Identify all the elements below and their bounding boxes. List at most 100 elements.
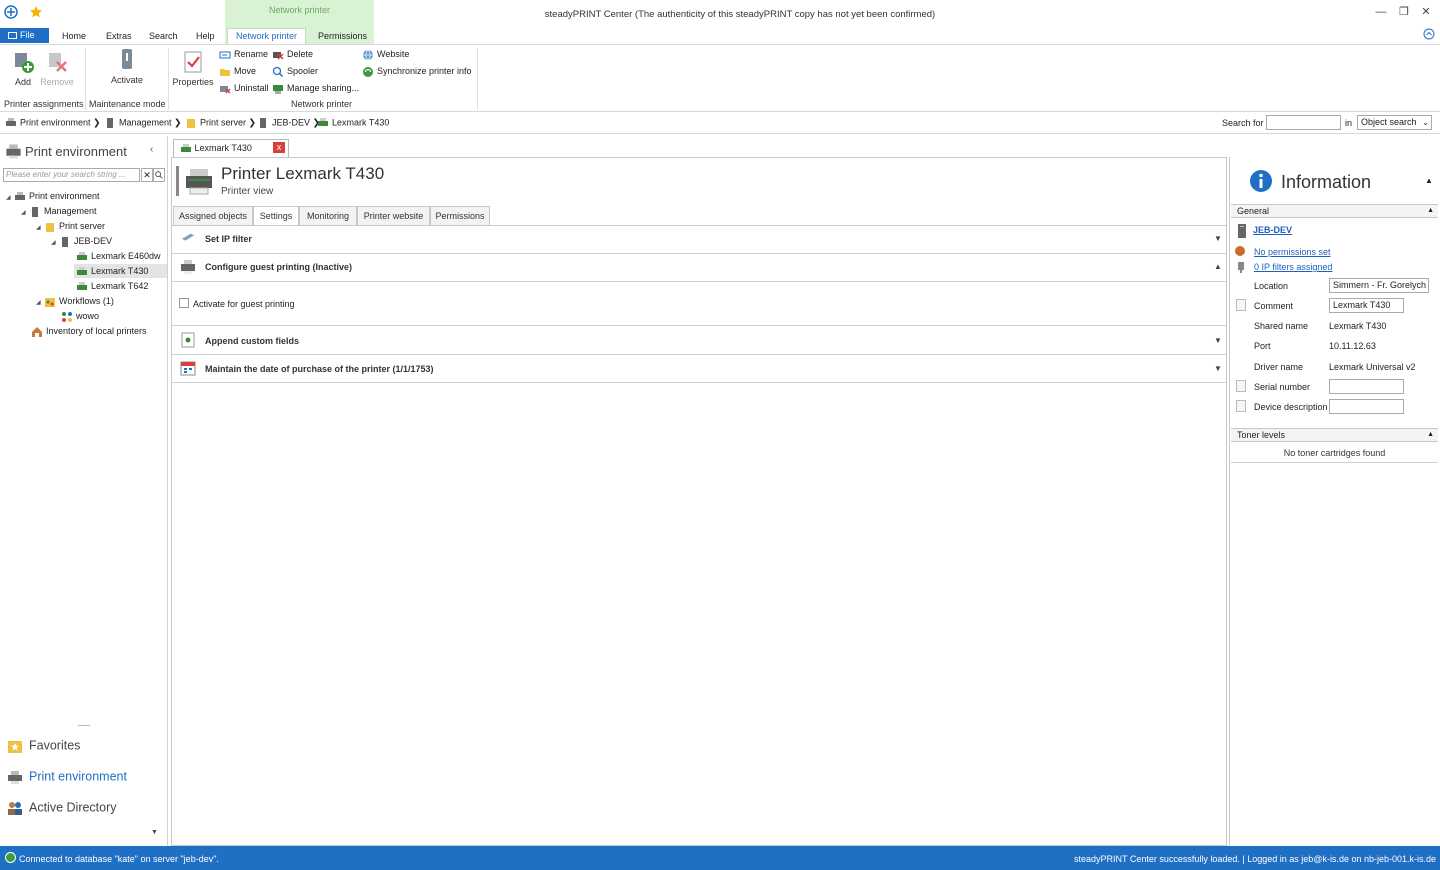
tab-monitoring[interactable]: Monitoring — [299, 206, 357, 226]
location-field[interactable]: Simmern - Fr. Gorelych — [1329, 278, 1429, 293]
expand-arrow-icon[interactable]: ◢ — [51, 236, 59, 250]
ip-filter-icon — [180, 231, 196, 247]
nav-overflow-icon[interactable]: ▼ — [151, 829, 158, 836]
collapse-chevron-icon[interactable]: ▲ — [1427, 429, 1434, 441]
tab-assigned-objects[interactable]: Assigned objects — [173, 206, 253, 226]
nav-print-environment[interactable]: Print environment — [7, 769, 127, 785]
section-ip-filter[interactable] — [172, 226, 1226, 254]
remove-printer-icon — [44, 49, 70, 75]
connection-status-icon — [5, 852, 16, 863]
expand-arrow-icon[interactable]: ◢ — [36, 221, 44, 235]
serial-number-field[interactable] — [1329, 379, 1404, 394]
custom-fields-icon — [181, 332, 195, 350]
activate-button[interactable]: Activate — [108, 47, 146, 85]
ip-filters-link[interactable]: 0 IP filters assigned — [1254, 262, 1332, 272]
server-link[interactable]: JEB-DEV — [1253, 225, 1292, 235]
section-custom-fields[interactable] — [172, 327, 1226, 355]
tree-node-inventory[interactable]: Inventory of local printers — [31, 324, 147, 338]
breadcrumb-item-management[interactable]: Management ❯ — [104, 117, 182, 129]
delete-button[interactable]: Delete — [272, 47, 313, 61]
collapse-chevron-icon[interactable]: ▲ — [1425, 176, 1433, 185]
tab-search[interactable]: Search — [149, 30, 178, 44]
section-ip-filter-label: Set IP filter — [205, 234, 252, 244]
expand-arrow-icon[interactable]: ◢ — [36, 296, 44, 310]
tree-node-print-server[interactable]: ◢ Print server — [36, 219, 105, 233]
shared-name-value: Lexmark T430 — [1329, 321, 1387, 331]
device-description-field[interactable] — [1329, 399, 1404, 414]
permissions-link[interactable]: No permissions set — [1254, 247, 1331, 257]
uninstall-button[interactable]: Uninstall — [219, 81, 269, 95]
tree-node-printer[interactable]: Lexmark T642 — [76, 279, 148, 293]
tab-home[interactable]: Home — [62, 30, 86, 44]
guest-printing-checkbox[interactable] — [179, 298, 189, 308]
breadcrumb-item-lexmark-t430[interactable]: Lexmark T430 — [317, 117, 389, 129]
properties-button[interactable]: Properties — [172, 49, 214, 87]
app-icon[interactable] — [4, 5, 18, 19]
clear-search-icon[interactable]: ✕ — [141, 168, 153, 182]
website-button[interactable]: Website — [362, 47, 409, 61]
nav-label: Print environment — [29, 769, 127, 784]
collapse-chevron-icon[interactable]: ▲ — [1214, 262, 1222, 271]
breadcrumb-item-print-server[interactable]: Print server ❯ — [185, 117, 256, 129]
comment-field[interactable]: Lexmark T430 — [1329, 298, 1404, 313]
left-panel-title: Print environment — [25, 144, 127, 159]
tab-permissions[interactable]: Permissions — [318, 30, 367, 44]
star-icon[interactable] — [29, 5, 43, 19]
search-icon[interactable] — [153, 168, 165, 182]
expand-arrow-icon[interactable]: ◢ — [6, 191, 14, 205]
close-window-button[interactable]: ✕ — [1415, 4, 1437, 20]
tree-node-workflows[interactable]: ◢ Workflows (1) — [36, 294, 114, 308]
tab-help[interactable]: Help — [196, 30, 215, 44]
expand-arrow-icon[interactable]: ◢ — [21, 206, 29, 220]
manage-sharing-button[interactable]: Manage sharing... — [272, 81, 359, 95]
toner-levels-header[interactable]: Toner levels ▲ — [1231, 428, 1438, 442]
tree-search-input[interactable]: Please enter your search string ... — [3, 168, 140, 182]
search-scope-select[interactable]: Object search ⌄ — [1357, 115, 1432, 130]
close-tab-button[interactable]: x — [273, 142, 285, 153]
nav-favorites[interactable]: Favorites — [7, 738, 80, 754]
remove-button[interactable]: Remove — [40, 49, 74, 87]
document-tab[interactable]: Lexmark T430 — [173, 139, 289, 157]
calendar-icon — [180, 360, 196, 378]
comment-label: Comment — [1254, 301, 1294, 311]
document-tab-label: Lexmark T430 — [194, 143, 252, 153]
nav-active-directory[interactable]: Active Directory — [7, 800, 117, 816]
tree-node-printer[interactable]: Lexmark E460dw — [76, 249, 161, 263]
synchronize-printer-info-button[interactable]: Synchronize printer info — [362, 64, 472, 78]
spooler-button[interactable]: Spooler — [272, 64, 318, 78]
tab-printer-website[interactable]: Printer website — [357, 206, 430, 226]
add-button[interactable]: Add — [9, 49, 37, 87]
panel-splitter[interactable] — [1, 722, 167, 728]
search-input[interactable] — [1266, 115, 1341, 130]
breadcrumb-item-print-environment[interactable]: Print environment ❯ — [5, 117, 101, 129]
general-header[interactable]: General ▲ — [1231, 204, 1438, 218]
tree-node-workflow[interactable]: wowo — [61, 309, 99, 323]
collapse-chevron-icon[interactable]: ▲ — [1427, 205, 1434, 217]
tree-node-printer-selected[interactable]: Lexmark T430 — [76, 264, 148, 278]
search-for-label: Search for — [1222, 118, 1264, 128]
collapse-panel-icon[interactable]: ‹ — [150, 144, 153, 155]
tree-node-print-environment[interactable]: ◢ Print environment — [6, 189, 100, 203]
minimize-button[interactable]: — — [1370, 4, 1392, 20]
breadcrumb-label: Lexmark T430 — [332, 117, 390, 128]
tab-extras[interactable]: Extras — [106, 30, 132, 44]
rename-button[interactable]: Rename — [219, 47, 268, 61]
tab-settings[interactable]: Settings — [253, 206, 299, 226]
guest-printing-checkbox-label: Activate for guest printing — [193, 299, 295, 309]
tree-node-jeb-dev[interactable]: ◢ JEB-DEV — [51, 234, 112, 248]
breadcrumb-item-jeb-dev[interactable]: JEB-DEV ❯ — [257, 117, 320, 129]
synchronize-printer-info-label: Synchronize printer info — [377, 66, 472, 76]
file-tab[interactable]: File — [0, 28, 49, 43]
move-button[interactable]: Move — [219, 64, 256, 78]
expand-chevron-icon[interactable]: ▼ — [1214, 336, 1222, 345]
tree-node-management[interactable]: ◢ Management — [21, 204, 97, 218]
tab-network-printer[interactable]: Network printer — [227, 28, 306, 45]
collapse-ribbon-icon[interactable] — [1423, 28, 1435, 40]
restore-button[interactable]: ❐ — [1393, 4, 1415, 20]
expand-chevron-icon[interactable]: ▼ — [1214, 234, 1222, 243]
group-network-printer: Network printer — [291, 99, 353, 109]
shared-name-label: Shared name — [1254, 321, 1309, 331]
info-icon — [1249, 169, 1273, 195]
expand-chevron-icon[interactable]: ▼ — [1214, 364, 1222, 373]
tab-permissions[interactable]: Permissions — [430, 206, 490, 226]
